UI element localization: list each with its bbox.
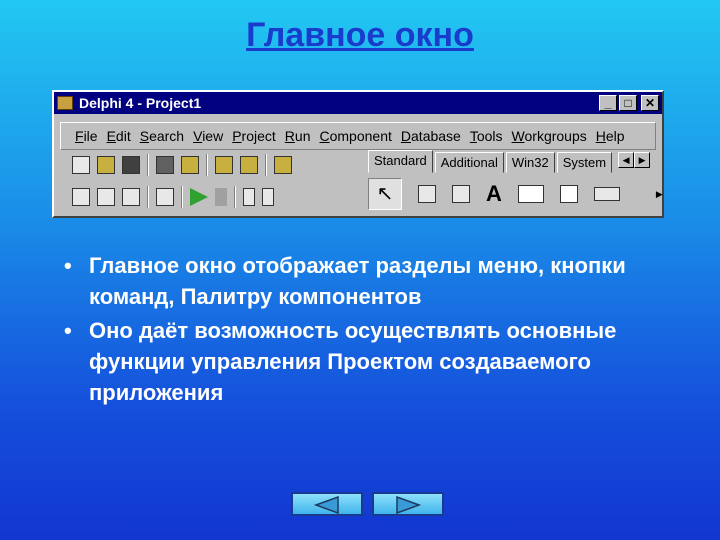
tab-additional[interactable]: Additional: [434, 152, 504, 173]
title-bar: Delphi 4 - Project1 _ □ ✕: [54, 92, 662, 114]
label-icon[interactable]: A: [486, 181, 502, 207]
toggle-form-unit-icon[interactable]: [122, 188, 140, 206]
run-icon[interactable]: [190, 188, 208, 206]
open-project-icon[interactable]: [181, 156, 199, 174]
menu-search[interactable]: Search: [140, 128, 184, 144]
bullet-item: Главное окно отображает разделы меню, кн…: [64, 250, 684, 312]
arrow-right-icon: [396, 496, 422, 514]
menu-edit[interactable]: Edit: [107, 128, 131, 144]
separator: [147, 186, 149, 208]
component-palette: ↖ A ▶: [368, 178, 663, 210]
menu-database[interactable]: Database: [401, 128, 461, 144]
menu-component[interactable]: Component: [319, 128, 391, 144]
arrow-left-icon: [313, 496, 339, 514]
button-icon[interactable]: [593, 187, 620, 201]
menu-view[interactable]: View: [193, 128, 223, 144]
save-all-icon[interactable]: [156, 156, 174, 174]
tab-standard[interactable]: Standard: [368, 150, 433, 173]
tab-system[interactable]: System: [556, 152, 613, 173]
menu-run[interactable]: Run: [285, 128, 311, 144]
separator: [206, 154, 208, 176]
step-over-icon[interactable]: [262, 188, 274, 206]
memo-icon[interactable]: [559, 185, 578, 203]
bullet-item: Оно даёт возможность осуществлять основн…: [64, 315, 684, 408]
separator: [181, 186, 183, 208]
minimize-button[interactable]: _: [599, 95, 617, 111]
pointer-icon[interactable]: ↖: [368, 178, 402, 210]
menu-bar: File Edit Search View Project Run Compon…: [60, 122, 656, 150]
view-form-icon[interactable]: [97, 188, 115, 206]
pause-icon[interactable]: [215, 188, 227, 206]
prev-slide-button[interactable]: [291, 492, 363, 516]
main-menu-icon[interactable]: [418, 185, 436, 203]
add-file-icon[interactable]: [215, 156, 233, 174]
menu-file[interactable]: File: [75, 128, 98, 144]
component-palette-tabs: Standard Additional Win32 System ◀ ▶: [368, 150, 651, 173]
menu-workgroups[interactable]: Workgroups: [512, 128, 587, 144]
menu-project[interactable]: Project: [232, 128, 276, 144]
separator: [147, 154, 149, 176]
close-button[interactable]: ✕: [641, 95, 659, 111]
new-icon[interactable]: [72, 156, 90, 174]
next-slide-button[interactable]: [372, 492, 444, 516]
delphi-app-icon: [57, 96, 73, 110]
slide-title: Главное окно: [246, 16, 474, 54]
trace-into-icon[interactable]: [243, 188, 255, 206]
edit-icon[interactable]: [517, 185, 544, 203]
tab-scroll-left-icon[interactable]: ◀: [618, 152, 635, 168]
palette-scroll-icon[interactable]: ▶: [656, 189, 663, 200]
tab-scroll-right-icon[interactable]: ▶: [634, 152, 651, 168]
maximize-button[interactable]: □: [619, 95, 637, 111]
menu-help[interactable]: Help: [596, 128, 625, 144]
delphi-main-window: Delphi 4 - Project1 _ □ ✕ File Edit Sear…: [52, 90, 664, 218]
menu-tools[interactable]: Tools: [470, 128, 503, 144]
popup-menu-icon[interactable]: [452, 185, 470, 203]
separator: [265, 154, 267, 176]
toolbar-standard: [60, 154, 292, 176]
open-icon[interactable]: [97, 156, 115, 174]
window-title: Delphi 4 - Project1: [79, 95, 202, 111]
remove-file-icon[interactable]: [240, 156, 258, 174]
view-unit-icon[interactable]: [72, 188, 90, 206]
new-form-icon[interactable]: [274, 156, 292, 174]
tab-win32[interactable]: Win32: [505, 152, 555, 173]
separator: [234, 186, 236, 208]
new-form-window-icon[interactable]: [156, 188, 174, 206]
save-icon[interactable]: [122, 156, 140, 174]
bullet-list: Главное окно отображает разделы меню, кн…: [64, 250, 684, 411]
toolbar-debug: [60, 186, 274, 208]
